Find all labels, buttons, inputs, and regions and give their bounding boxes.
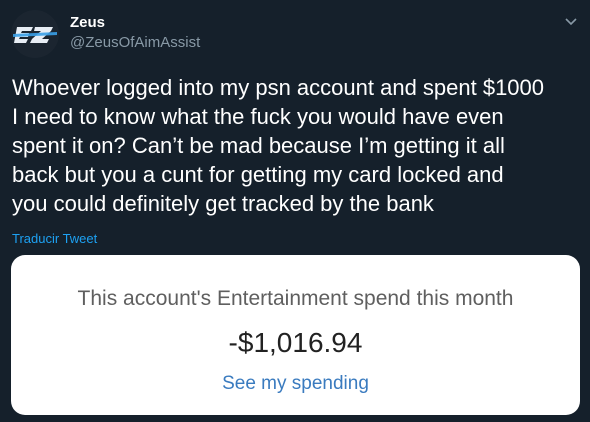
ez-logo-icon	[11, 10, 59, 58]
spending-amount: -$1,016.94	[228, 327, 363, 358]
see-spending-link[interactable]: See my spending	[11, 373, 580, 395]
tweet-text: Whoever logged into my psn account and s…	[12, 75, 545, 216]
author-name[interactable]: Zeus	[70, 14, 105, 32]
tweet: Zeus @ZeusOfAimAssist Whoever logged int…	[0, 0, 590, 422]
tweet-media-image[interactable]: This account's Entertainment spend this …	[11, 255, 580, 415]
avatar[interactable]	[11, 10, 59, 58]
spending-title: This account's Entertainment spend this …	[77, 287, 514, 310]
chevron-down-icon[interactable]	[562, 12, 580, 30]
translate-tweet-link[interactable]: Traducir Tweet	[12, 231, 97, 247]
author-handle[interactable]: @ZeusOfAimAssist	[70, 34, 200, 52]
